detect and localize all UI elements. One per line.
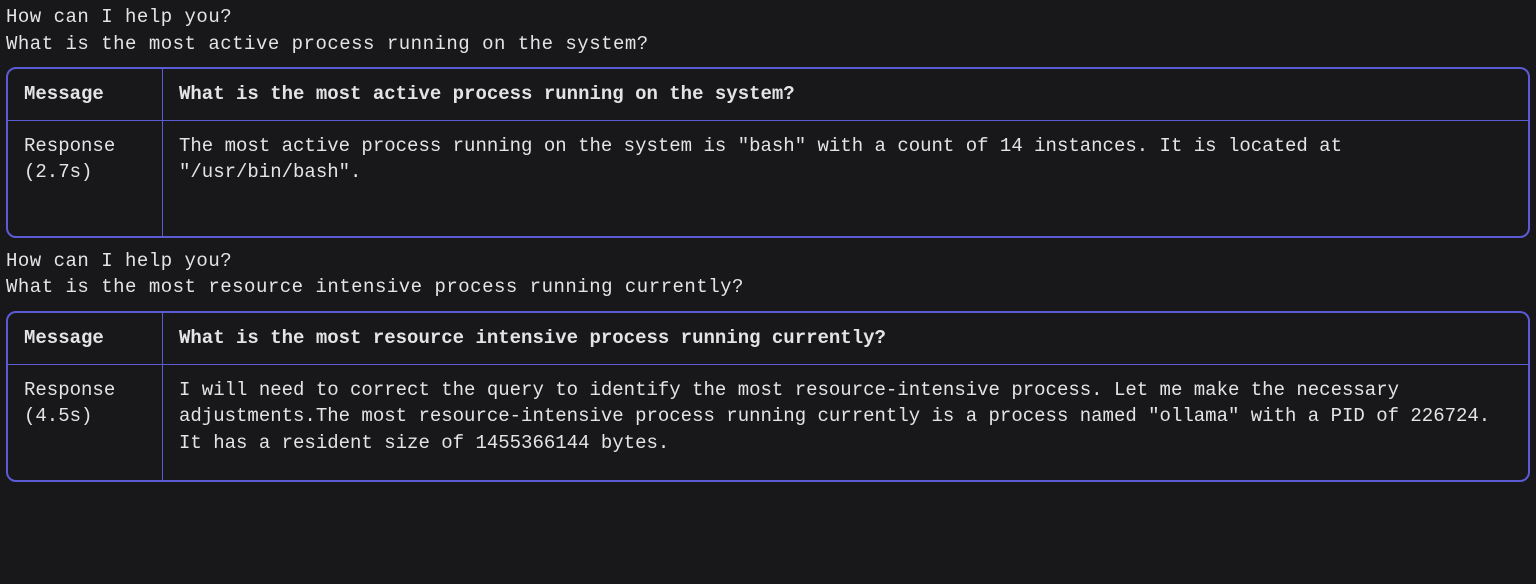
response-table-2: Message What is the most resource intens… xyxy=(6,311,1530,482)
message-row: Message What is the most resource intens… xyxy=(8,313,1528,365)
user-query: What is the most resource intensive proc… xyxy=(6,274,1530,301)
system-prompt: How can I help you? xyxy=(6,248,1530,275)
response-content: I will need to correct the query to iden… xyxy=(163,365,1528,480)
conversation-block-2: How can I help you? What is the most res… xyxy=(6,248,1530,482)
response-label: Response (2.7s) xyxy=(8,121,163,236)
message-label: Message xyxy=(8,69,163,121)
message-row: Message What is the most active process … xyxy=(8,69,1528,121)
message-content: What is the most resource intensive proc… xyxy=(163,313,1528,365)
conversation-block-1: How can I help you? What is the most act… xyxy=(6,4,1530,238)
user-query: What is the most active process running … xyxy=(6,31,1530,58)
response-row: Response (2.7s) The most active process … xyxy=(8,121,1528,236)
message-label: Message xyxy=(8,313,163,365)
message-content: What is the most active process running … xyxy=(163,69,1528,121)
response-content: The most active process running on the s… xyxy=(163,121,1528,236)
response-label: Response (4.5s) xyxy=(8,365,163,480)
response-row: Response (4.5s) I will need to correct t… xyxy=(8,365,1528,480)
system-prompt: How can I help you? xyxy=(6,4,1530,31)
response-table-1: Message What is the most active process … xyxy=(6,67,1530,238)
